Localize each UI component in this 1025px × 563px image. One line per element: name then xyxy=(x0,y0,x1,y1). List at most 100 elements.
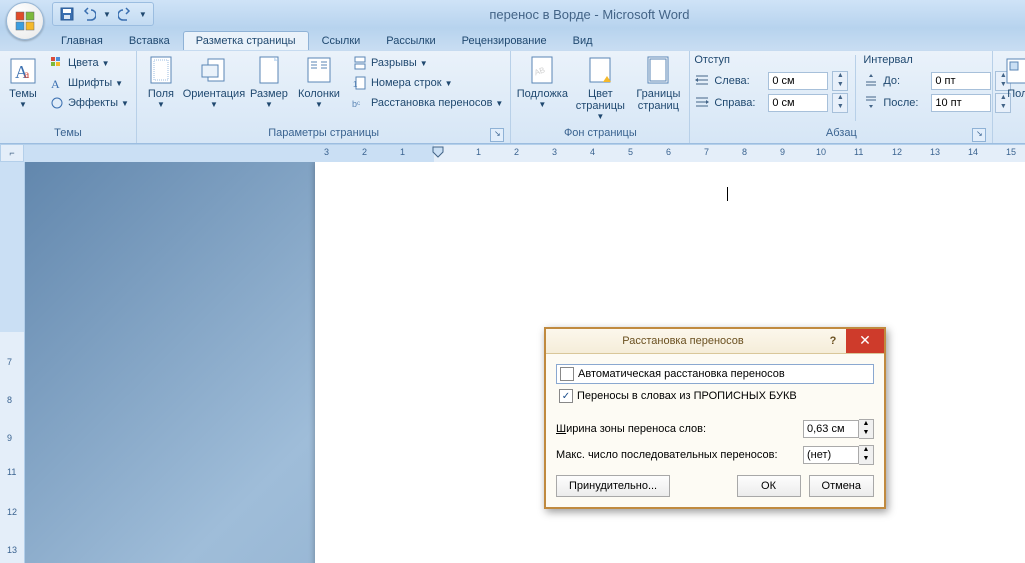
indent-right-icon xyxy=(694,95,710,112)
theme-effects-button[interactable]: Эффекты ▼ xyxy=(46,93,132,113)
indent-left-spinner[interactable]: ▲▼ xyxy=(832,71,848,91)
dialog-close-button[interactable]: ✕ xyxy=(846,329,884,353)
hyphenation-zone-input[interactable] xyxy=(803,420,859,438)
windows-icon xyxy=(880,517,896,533)
spacing-after-icon xyxy=(863,95,879,112)
office-button[interactable] xyxy=(6,2,44,40)
ok-button[interactable]: ОК xyxy=(737,475,801,497)
page-borders-icon xyxy=(645,55,671,87)
undo-icon[interactable] xyxy=(81,6,97,22)
checkbox-unchecked-icon xyxy=(560,367,574,381)
hyphenation-dialog: Расстановка переносов ? ✕ Автоматическая… xyxy=(544,327,886,509)
group-label-page-setup: Параметры страницы↘ xyxy=(141,127,506,143)
page-borders-button[interactable]: Границы страниц xyxy=(631,53,685,112)
ribbon: Aa Темы ▼ Цвета ▼ AШрифты ▼ Эффекты ▼ Те… xyxy=(0,50,1025,144)
undo-dropdown-icon[interactable]: ▼ xyxy=(103,10,111,19)
hyphenation-zone-label: Ширина зоны переноса слов: xyxy=(556,423,803,435)
group-label-page-background: Фон страницы xyxy=(515,127,685,143)
watermark-button[interactable]: ABПодложка▼ xyxy=(515,53,569,109)
qat-customize-icon[interactable]: ▼ xyxy=(139,10,147,19)
size-button[interactable]: Размер▼ xyxy=(247,53,291,109)
paragraph-launcher[interactable]: ↘ xyxy=(972,128,986,142)
dialog-help-button[interactable]: ? xyxy=(820,329,846,353)
breaks-button[interactable]: Разрывы ▼ xyxy=(349,53,506,73)
page-color-button[interactable]: Цвет страницы▼ xyxy=(573,53,627,121)
line-numbers-button[interactable]: 1Номера строк ▼ xyxy=(349,73,506,93)
columns-icon xyxy=(305,55,333,87)
indent-marker-icon[interactable] xyxy=(432,145,444,163)
title-bar: ▼ ▼ перенос в Ворде - Microsoft Word xyxy=(0,0,1025,28)
tab-page-layout[interactable]: Разметка страницы xyxy=(183,31,309,50)
effects-icon xyxy=(49,95,65,111)
spacing-after-input[interactable] xyxy=(931,94,991,112)
line-numbers-icon: 1 xyxy=(352,75,368,91)
svg-text:a: a xyxy=(24,67,30,81)
auto-hyphenation-checkbox[interactable]: Автоматическая расстановка переносов xyxy=(556,364,874,384)
colors-icon xyxy=(49,55,65,71)
position-button[interactable]: Пол xyxy=(997,53,1025,100)
group-paragraph: Отступ Слева: ▲▼ Справа: ▲▼ Интервал xyxy=(690,51,993,143)
dialog-titlebar[interactable]: Расстановка переносов ? ✕ xyxy=(546,329,884,354)
spacing-before-input[interactable] xyxy=(931,72,991,90)
orientation-icon xyxy=(200,55,228,87)
tab-view[interactable]: Вид xyxy=(560,31,606,50)
group-page-setup: Поля▼ Ориентация▼ Размер▼ Колонки▼ Разры… xyxy=(137,51,511,143)
themes-icon: Aa xyxy=(9,57,37,85)
fonts-icon: A xyxy=(49,75,65,91)
group-label-paragraph: Абзац↘ xyxy=(694,127,988,143)
spacing-before-icon xyxy=(863,73,879,90)
orientation-button[interactable]: Ориентация▼ xyxy=(185,53,243,109)
page-color-icon xyxy=(587,56,613,86)
redo-icon[interactable] xyxy=(117,6,133,22)
themes-button[interactable]: Aa Темы ▼ xyxy=(4,53,42,109)
breaks-icon xyxy=(352,55,368,71)
hyphenation-button[interactable]: bᶜРасстановка переносов ▼ xyxy=(349,93,506,113)
size-icon xyxy=(257,55,281,87)
theme-colors-button[interactable]: Цвета ▼ xyxy=(46,53,132,73)
indent-left-input[interactable] xyxy=(768,72,828,90)
svg-text:1: 1 xyxy=(353,80,358,89)
page-setup-launcher[interactable]: ↘ xyxy=(490,128,504,142)
save-icon[interactable] xyxy=(59,6,75,22)
tab-review[interactable]: Рецензирование xyxy=(449,31,560,50)
consecutive-limit-combo[interactable]: (нет) xyxy=(803,446,859,464)
consecutive-limit-spinner[interactable]: ▲▼ xyxy=(859,445,874,465)
cancel-button[interactable]: Отмена xyxy=(809,475,874,497)
manual-hyphenation-button[interactable]: Принудительно... xyxy=(556,475,670,497)
text-cursor xyxy=(727,187,728,201)
tab-insert[interactable]: Вставка xyxy=(116,31,183,50)
window-title: перенос в Ворде - Microsoft Word xyxy=(154,7,1025,22)
indent-right-spinner[interactable]: ▲▼ xyxy=(832,93,848,113)
tab-mailings[interactable]: Рассылки xyxy=(373,31,448,50)
rulers: ⌐ 321 123 456 789 101112 131415 xyxy=(0,144,1025,162)
watermark-text: FREE-OFFICE.NET xyxy=(880,517,1017,533)
vertical-ruler[interactable]: 78 911 1213 xyxy=(0,162,25,563)
theme-fonts-button[interactable]: AШрифты ▼ xyxy=(46,73,132,93)
ruler-corner[interactable]: ⌐ xyxy=(0,144,24,162)
checkbox-checked-icon: ✓ xyxy=(559,389,573,403)
horizontal-ruler[interactable]: 321 123 456 789 101112 131415 xyxy=(24,144,1025,164)
indent-right-input[interactable] xyxy=(768,94,828,112)
tab-home[interactable]: Главная xyxy=(48,31,116,50)
office-logo-icon xyxy=(15,11,35,31)
group-label-themes: Темы xyxy=(4,127,132,143)
hyphenation-icon: bᶜ xyxy=(352,95,368,111)
margins-button[interactable]: Поля▼ xyxy=(141,53,181,109)
caps-hyphenation-checkbox[interactable]: ✓ Переносы в словах из ПРОПИСНЫХ БУКВ xyxy=(556,387,874,405)
group-arrange: Пол xyxy=(993,51,1025,143)
position-icon xyxy=(1004,56,1025,86)
consecutive-limit-label: Макс. число последовательных переносов: xyxy=(556,449,803,461)
indent-left-icon xyxy=(694,73,710,90)
margins-icon xyxy=(147,55,175,87)
group-page-background: ABПодложка▼ Цвет страницы▼ Границы стран… xyxy=(511,51,690,143)
spacing-header: Интервал xyxy=(863,53,1011,71)
indent-header: Отступ xyxy=(694,53,848,71)
group-themes: Aa Темы ▼ Цвета ▼ AШрифты ▼ Эффекты ▼ Те… xyxy=(0,51,137,143)
tab-references[interactable]: Ссылки xyxy=(309,31,374,50)
dialog-title-text: Расстановка переносов xyxy=(546,335,820,347)
watermark-icon: AB xyxy=(529,55,555,87)
hyphenation-zone-spinner[interactable]: ▲▼ xyxy=(859,419,874,439)
ribbon-tabs: Главная Вставка Разметка страницы Ссылки… xyxy=(0,28,1025,50)
columns-button[interactable]: Колонки▼ xyxy=(295,53,343,109)
svg-text:A: A xyxy=(51,77,60,90)
